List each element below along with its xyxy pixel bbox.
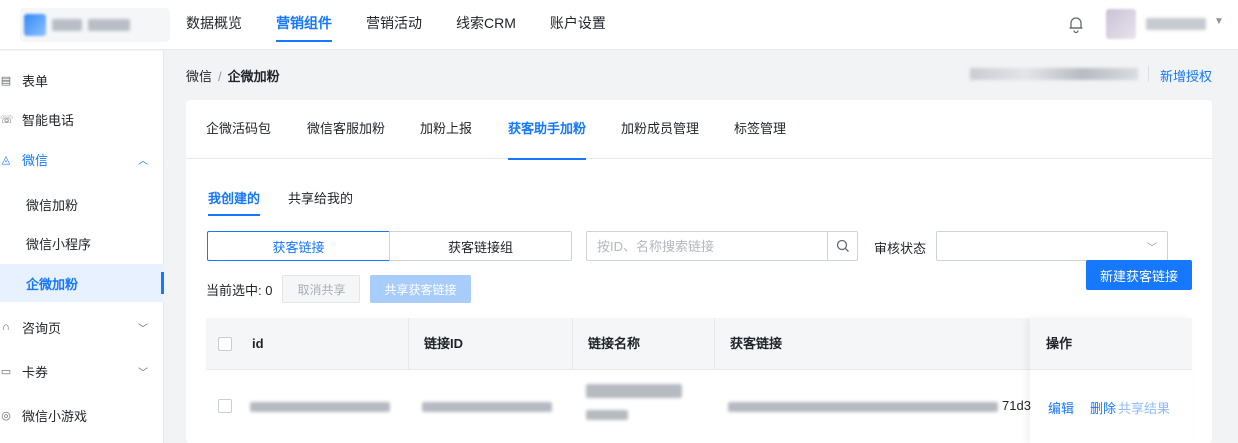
share-result-link[interactable]: 共享结果 [1118, 398, 1170, 417]
cell-id-blurred [250, 402, 390, 412]
cell-link-name-blurred [586, 384, 682, 398]
username-blurred[interactable] [1146, 18, 1206, 30]
sidebar-item-label: 咨询页 [22, 320, 62, 336]
topnav-item-marketing-activities[interactable]: 营销活动 [349, 0, 439, 50]
chevron-down-icon[interactable]: ▼ [1214, 16, 1224, 27]
selection-count: 当前选中: 0 [206, 282, 273, 298]
coupon-icon: ▭ [0, 365, 12, 378]
new-acquisition-link-button[interactable]: 新建获客链接 [1086, 260, 1192, 290]
search-icon [836, 239, 849, 252]
cell-link-name-blurred [586, 410, 628, 420]
sidebar: ▤ 表单 ☏ 智能电话 ◬ 微信 ︿ 微信加粉 微信小程序 企微加粉 ∩ 咨询页… [0, 51, 164, 443]
column-header-id: id [252, 336, 264, 351]
select-all-checkbox[interactable] [218, 337, 232, 351]
sidebar-item-label: 微信加粉 [26, 197, 79, 213]
topnav-item-account-settings[interactable]: 账户设置 [533, 0, 623, 50]
account-info-blurred [970, 68, 1138, 80]
breadcrumb: 微信 / 企微加粉 [186, 66, 280, 85]
tab-fans-report[interactable]: 加粉上报 [420, 100, 472, 159]
edit-link[interactable]: 编辑 [1048, 398, 1074, 417]
sidebar-item-label: 企微加粉 [26, 276, 79, 292]
sidebar-item-wechat-minigame[interactable]: ◎ 微信小游戏 [0, 396, 164, 434]
review-status-select[interactable]: ﹀ [936, 231, 1168, 261]
links-table: id 链接ID 链接名称 获客链接 操作 71d3 编辑 删除 共享结果 [206, 318, 1192, 443]
tab-fans-member-management[interactable]: 加粉成员管理 [621, 100, 699, 159]
phone-icon: ☏ [0, 113, 14, 126]
breadcrumb-current: 企微加粉 [227, 69, 280, 84]
sidebar-item-consult-page[interactable]: ∩ 咨询页 ﹀ [0, 308, 164, 346]
review-status-label: 审核状态 [874, 241, 927, 256]
logo-text-blurred [52, 19, 82, 31]
wechat-icon: ◬ [1, 153, 11, 166]
column-header-link-id: 链接ID [424, 336, 464, 351]
sidebar-item-label: 微信小程序 [26, 236, 92, 252]
main-panel: 企微活码包 微信客服加粉 加粉上报 获客助手加粉 加粉成员管理 标签管理 我创建… [186, 100, 1212, 443]
column-header-acquisition-link: 获客链接 [730, 336, 783, 351]
game-icon: ◎ [1, 409, 11, 422]
sidebar-item-label: 微信小游戏 [22, 408, 88, 424]
tab-wecom-qrcode-pack[interactable]: 企微活码包 [206, 100, 271, 159]
sidebar-item-form[interactable]: ▤ 表单 [0, 61, 164, 99]
sidebar-item-label: 表单 [22, 73, 49, 89]
share-link-button[interactable]: 共享获客链接 [370, 275, 471, 303]
chevron-down-icon: ﹀ [138, 323, 148, 335]
avatar[interactable] [1106, 9, 1136, 39]
subtab-created-by-me[interactable]: 我创建的 [208, 188, 261, 216]
breadcrumb-parent[interactable]: 微信 [186, 69, 212, 84]
acquisition-link-tail: 71d3 [1002, 398, 1031, 413]
logo-mark [24, 14, 46, 36]
sidebar-item-wechat[interactable]: ◬ 微信 ︿ [0, 140, 164, 178]
sidebar-item-wecom-fans[interactable]: 企微加粉 [0, 264, 164, 302]
cell-acquisition-link-blurred [728, 402, 998, 412]
delete-link[interactable]: 删除 [1090, 398, 1116, 417]
sidebar-item-coupon[interactable]: ▭ 卡券 ﹀ [0, 352, 164, 390]
tab-acquisition-assistant[interactable]: 获客助手加粉 [508, 100, 587, 160]
sidebar-item-label: 微信 [22, 152, 49, 168]
topnav-item-crm[interactable]: 线索CRM [439, 0, 533, 50]
divider [1148, 66, 1149, 82]
headset-icon: ∩ [2, 321, 10, 333]
sidebar-item-wechat-fans[interactable]: 微信加粉 [0, 185, 164, 223]
top-bar: 数据概览 营销组件 营销活动 线索CRM 账户设置 ▼ [0, 0, 1238, 50]
sidebar-item-wechat-miniprogram[interactable]: 微信小程序 [0, 224, 164, 262]
subtab-shared-with-me[interactable]: 共享给我的 [288, 188, 353, 216]
row-checkbox[interactable] [218, 399, 232, 413]
cell-link-id-blurred [422, 402, 552, 412]
new-authorization-link[interactable]: 新增授权 [1160, 66, 1212, 85]
tab-wechat-service-fans[interactable]: 微信客服加粉 [307, 100, 385, 159]
search-box [586, 231, 858, 261]
column-header-link-name: 链接名称 [588, 336, 641, 351]
tab-bar: 企微活码包 微信客服加粉 加粉上报 获客助手加粉 加粉成员管理 标签管理 [186, 100, 1212, 160]
sidebar-item-label: 智能电话 [22, 112, 75, 128]
logo[interactable] [20, 8, 170, 42]
bell-icon[interactable] [1066, 14, 1086, 34]
breadcrumb-separator: / [218, 69, 222, 84]
top-nav: 数据概览 营销组件 营销活动 线索CRM 账户设置 [186, 0, 623, 50]
form-icon: ▤ [0, 74, 12, 87]
chevron-down-icon: ﹀ [1147, 243, 1157, 254]
tab-tag-management[interactable]: 标签管理 [734, 100, 786, 159]
search-button[interactable] [827, 232, 857, 260]
sidebar-item-label: 卡券 [22, 364, 49, 380]
segment-acquisition-link-group[interactable]: 获客链接组 [389, 231, 572, 261]
logo-text-blurred [88, 19, 130, 31]
topnav-item-marketing-components[interactable]: 营销组件 [259, 0, 349, 50]
cancel-share-button[interactable]: 取消共享 [282, 275, 361, 303]
search-input[interactable] [587, 232, 827, 260]
segment-acquisition-link[interactable]: 获客链接 [207, 231, 390, 261]
chevron-down-icon: ﹀ [138, 367, 148, 379]
actions-column-fixed [1030, 318, 1192, 443]
selection-toolbar: 当前选中: 0 取消共享 共享获客链接 [206, 275, 471, 303]
sidebar-item-smart-phone[interactable]: ☏ 智能电话 [0, 100, 164, 138]
chevron-up-icon: ︿ [138, 155, 148, 167]
topnav-item-overview[interactable]: 数据概览 [186, 0, 259, 50]
